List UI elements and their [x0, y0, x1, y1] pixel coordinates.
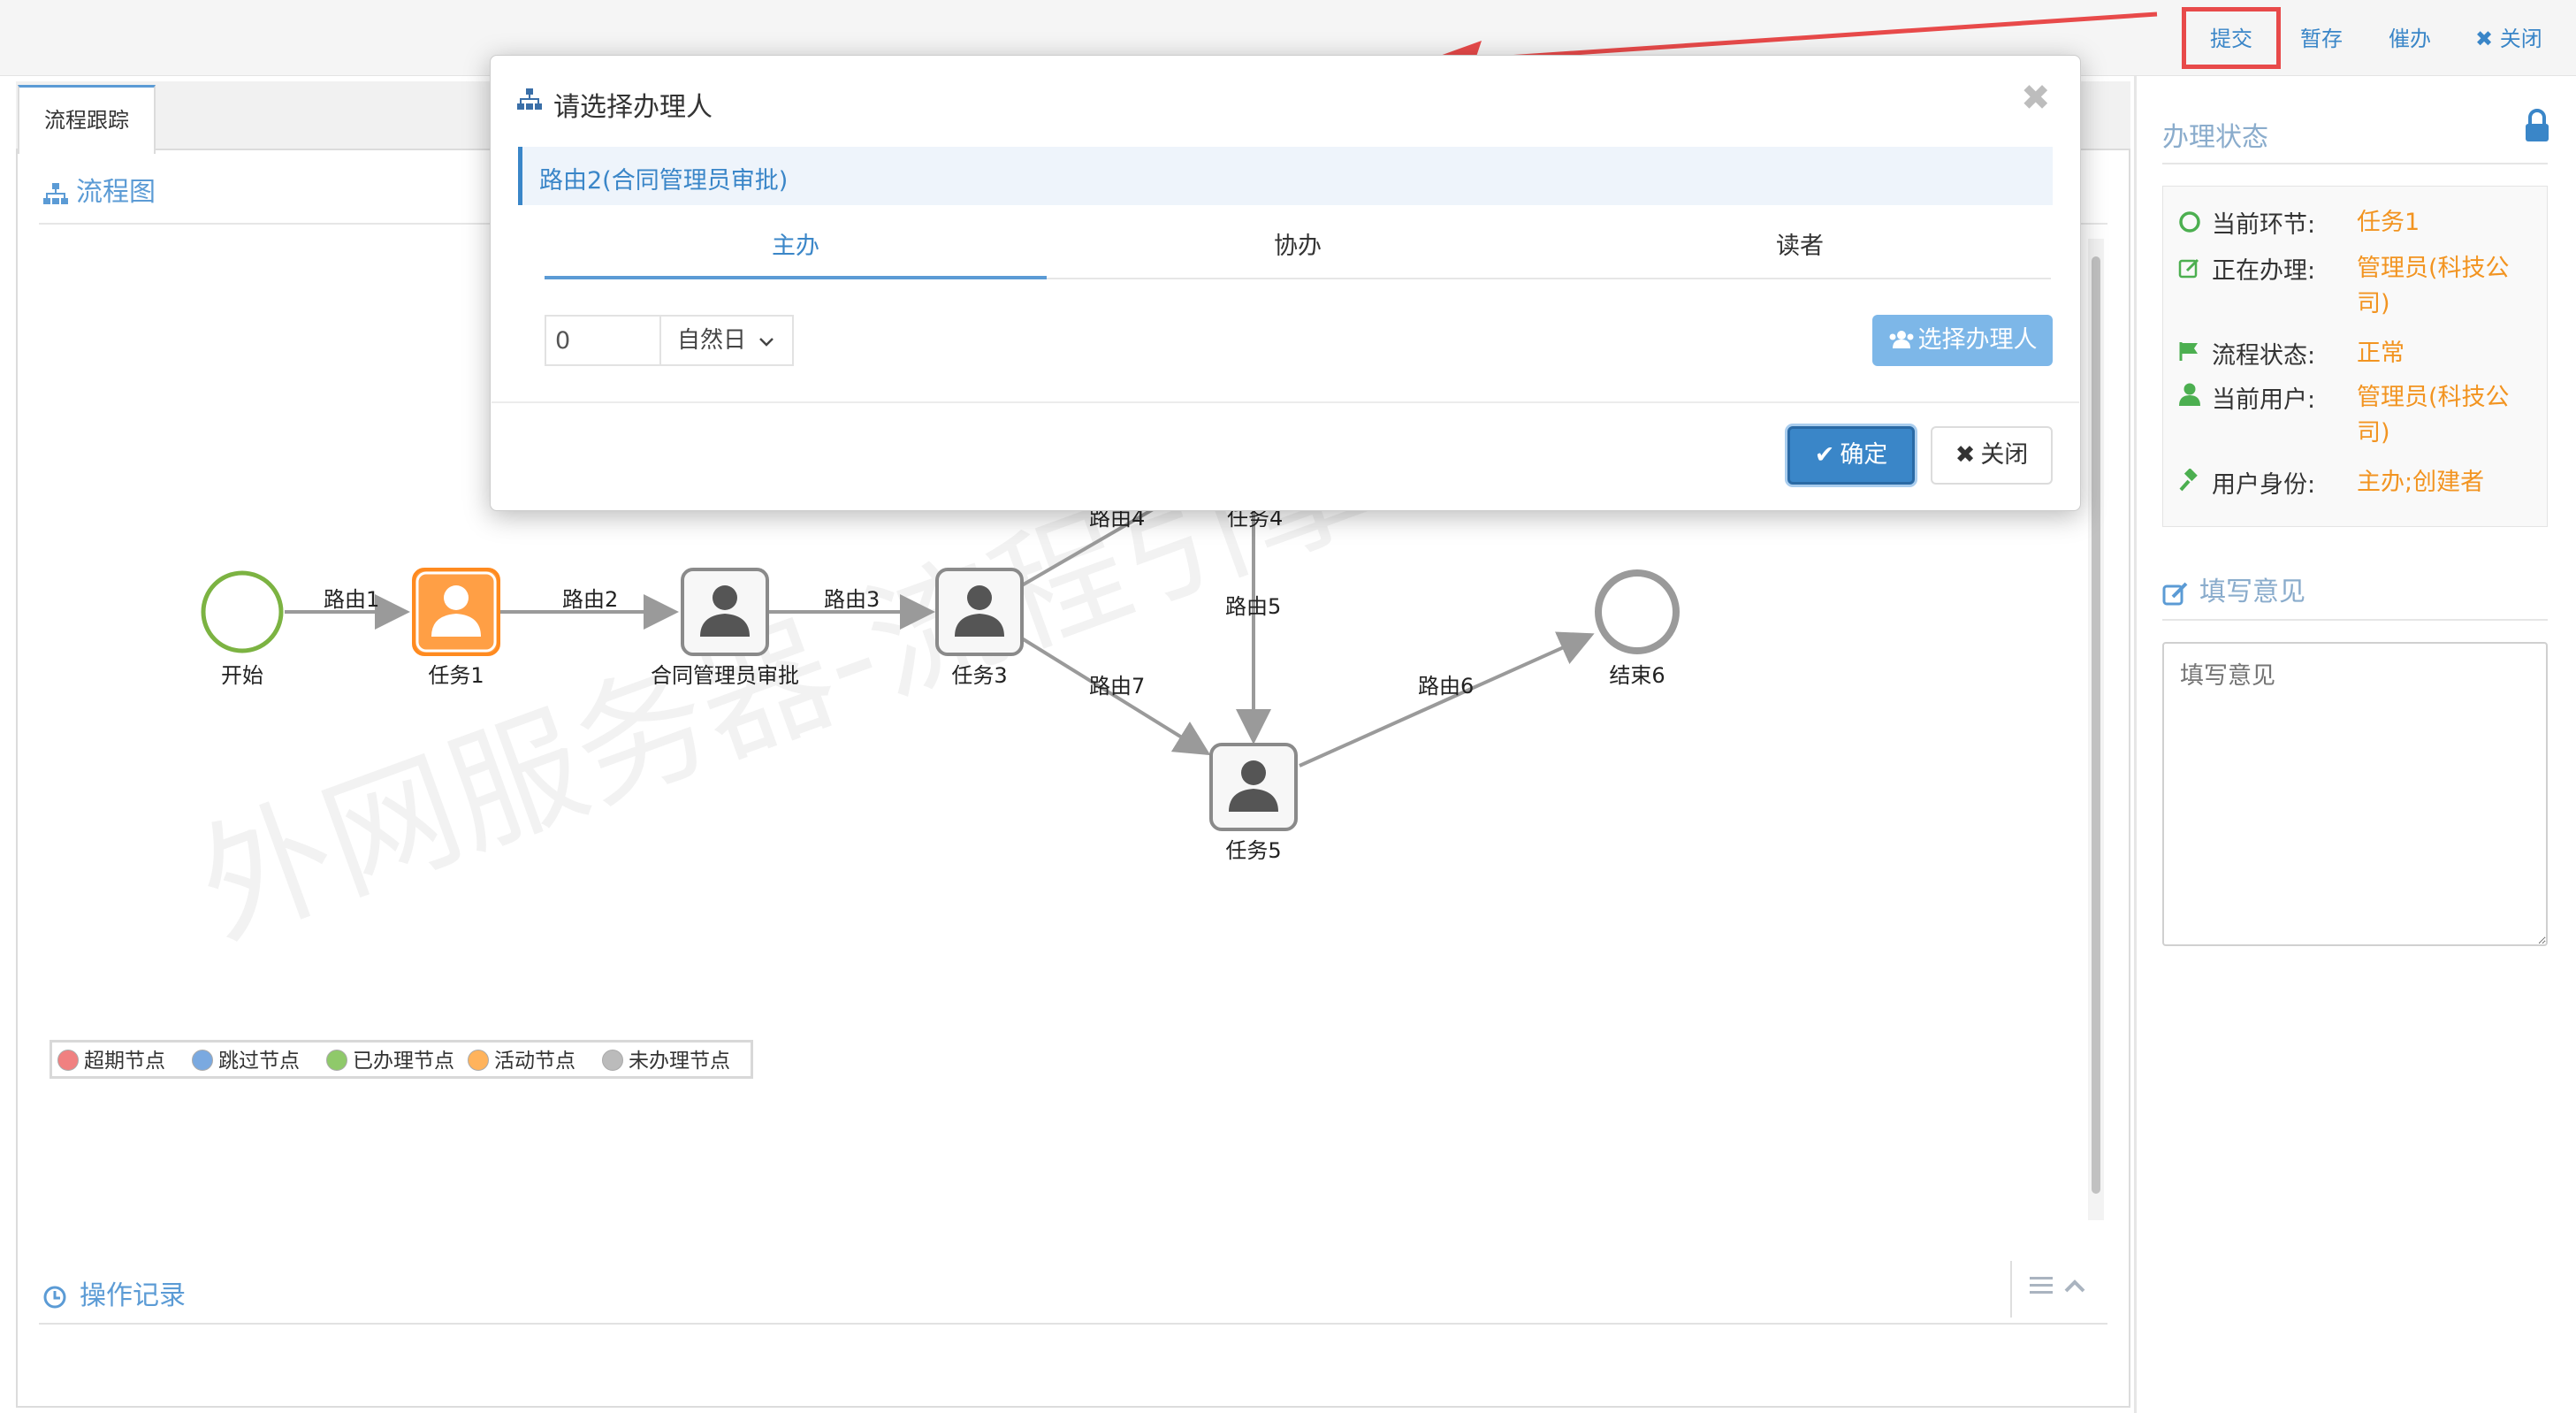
day-type-value: 自然日: [677, 327, 747, 354]
active-dot: [468, 1049, 489, 1071]
status-label-current-step: 当前环节:: [2212, 211, 2316, 239]
legend-overdue: 超期节点: [57, 1046, 165, 1076]
close-icon: ✖: [2475, 27, 2494, 51]
pending-dot: [602, 1049, 623, 1071]
clock-icon: [43, 1286, 66, 1308]
opinion-title: 填写意见: [2162, 569, 2305, 608]
status-label-flow-state: 流程状态:: [2212, 342, 2316, 370]
flag-icon: [2179, 342, 2198, 361]
route-label-1: 路由1: [324, 587, 379, 612]
records-title: 操作记录: [42, 1273, 186, 1312]
legend-done: 已办理节点: [326, 1046, 454, 1076]
dialog-footer-divider: [492, 401, 2079, 403]
task5-node[interactable]: [1209, 743, 1298, 831]
users-icon: [1889, 330, 1913, 348]
opinion-title-text: 填写意见: [2199, 577, 2305, 607]
start-label: 开始: [221, 663, 263, 688]
status-value-flow-state: 正常: [2357, 340, 2405, 367]
chevron-up-icon[interactable]: [2063, 1277, 2086, 1295]
diagram-legend: 超期节点 跳过节点 已办理节点 活动节点 未办理节点: [50, 1040, 753, 1079]
dialog-title: 请选择办理人: [553, 92, 713, 123]
status-label-current-user: 当前用户:: [2212, 386, 2316, 414]
records-vertical-divider: [2010, 1261, 2012, 1318]
urge-button[interactable]: 催办: [2389, 21, 2431, 57]
task5-label: 任务5: [1225, 838, 1281, 863]
route-label-3: 路由3: [824, 587, 880, 612]
close-label: 关闭: [2499, 27, 2542, 51]
opinion-textarea[interactable]: [2162, 642, 2548, 946]
confirm-label: 确定: [1840, 441, 1888, 469]
task3-label: 任务3: [951, 663, 1007, 688]
active-tab-underline: [545, 276, 1047, 279]
diagram-scrollbar-thumb[interactable]: [2092, 256, 2100, 1194]
done-dot: [326, 1049, 347, 1071]
status-value-current-step: 任务1: [2357, 209, 2420, 236]
end6-label: 结束6: [1609, 663, 1665, 688]
select-handler-label: 选择办理人: [1917, 326, 2038, 354]
records-title-text: 操作记录: [80, 1280, 186, 1311]
lock-icon: [2526, 109, 2549, 141]
edit-icon: [2178, 258, 2199, 279]
status-value-identity: 主办;创建者: [2357, 469, 2485, 496]
route-label-5: 路由5: [1225, 594, 1281, 619]
user-icon: [2179, 383, 2200, 406]
contract-approval-node[interactable]: [681, 568, 769, 656]
legend-active: 活动节点: [468, 1046, 575, 1076]
tab-co-handler[interactable]: 协办: [1047, 226, 1549, 261]
tab-main-handler[interactable]: 主办: [545, 226, 1047, 261]
overdue-dot: [57, 1049, 79, 1071]
circle-icon: [2179, 211, 2200, 233]
days-input[interactable]: [545, 315, 661, 366]
records-divider: [39, 1323, 2107, 1325]
task1-node[interactable]: [412, 568, 500, 656]
select-handler-button[interactable]: 选择办理人: [1872, 315, 2053, 366]
check-icon: ✔: [1814, 441, 1835, 469]
gavel-icon: [2179, 469, 2198, 492]
legend-active-label: 活动节点: [494, 1050, 575, 1073]
dialog-close-icon[interactable]: ✖: [2021, 78, 2051, 118]
legend-skipped: 跳过节点: [192, 1046, 300, 1076]
status-label-handling: 正在办理:: [2212, 257, 2316, 285]
records-menu-icon[interactable]: [2030, 1273, 2053, 1295]
legend-pending-label: 未办理节点: [629, 1050, 730, 1073]
divider: [2162, 619, 2548, 621]
route-label-6: 路由6: [1418, 674, 1474, 699]
close-button[interactable]: ✖ 关闭: [2475, 21, 2542, 57]
tab-reader[interactable]: 读者: [1549, 226, 2051, 261]
sitemap-icon: [517, 88, 542, 110]
legend-done-label: 已办理节点: [353, 1050, 454, 1073]
legend-pending: 未办理节点: [602, 1046, 730, 1076]
dialog-close-button[interactable]: ✖ 关闭: [1931, 426, 2053, 485]
start-node[interactable]: [201, 570, 284, 653]
confirm-button[interactable]: ✔ 确定: [1787, 426, 1915, 485]
route-label-2: 路由2: [562, 587, 618, 612]
submit-button[interactable]: 提交: [2210, 21, 2252, 57]
status-title: 办理状态: [2162, 122, 2268, 153]
close-icon: ✖: [1955, 441, 1976, 469]
day-type-select[interactable]: 自然日: [659, 315, 794, 366]
skipped-dot: [192, 1049, 213, 1071]
edit-icon: [2162, 582, 2188, 605]
divider: [2162, 163, 2548, 164]
edge-route6: [1299, 631, 1595, 768]
status-value-current-user: 管理员(科技公司): [2357, 384, 2510, 447]
contract-approval-label: 合同管理员审批: [651, 663, 799, 688]
dialog-close-label: 关闭: [1980, 441, 2029, 469]
legend-skipped-label: 跳过节点: [218, 1050, 300, 1073]
end6-node[interactable]: [1595, 569, 1680, 654]
legend-overdue-label: 超期节点: [84, 1050, 165, 1073]
task1-label: 任务1: [428, 663, 484, 688]
task3-node[interactable]: [935, 568, 1024, 656]
route-banner-text: 路由2(合同管理员审批): [539, 167, 789, 195]
route-label-7: 路由7: [1089, 674, 1145, 699]
status-value-handling: 管理员(科技公司): [2357, 255, 2510, 317]
save-draft-button[interactable]: 暂存: [2300, 21, 2343, 57]
status-label-identity: 用户身份:: [2212, 471, 2316, 499]
chevron-down-icon: [759, 338, 774, 347]
